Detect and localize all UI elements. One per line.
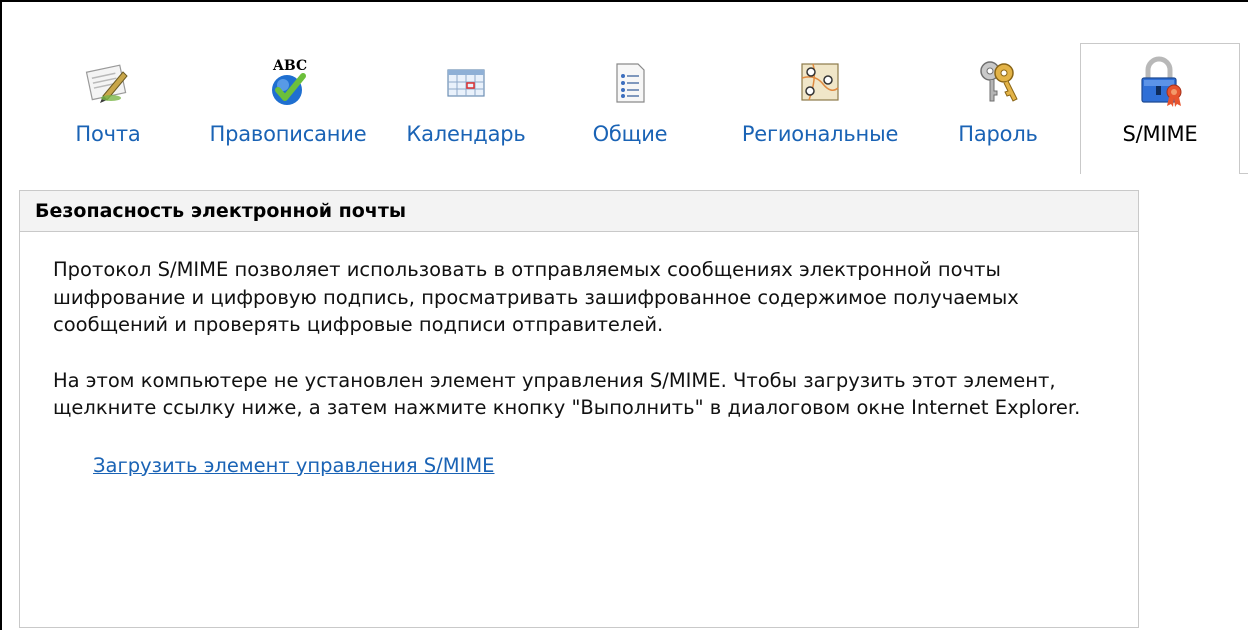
tab-label: Правописание	[209, 122, 367, 146]
tab-label: Пароль	[958, 122, 1038, 146]
tab-regional[interactable]: Региональные	[722, 44, 918, 174]
mail-pen-icon	[82, 56, 134, 108]
tab-label: Почта	[75, 122, 141, 146]
download-smime-link[interactable]: Загрузить элемент управления S/MIME	[93, 452, 494, 480]
tab-label: Общие	[592, 122, 668, 146]
general-settings-icon	[604, 56, 656, 108]
smime-description: Протокол S/MIME позволяет использовать в…	[53, 258, 1019, 336]
options-tab-bar: Почта ABC Правописание Календарь Общие Р…	[0, 0, 1248, 178]
email-security-panel: Безопасность электронной почты Протокол …	[19, 190, 1139, 628]
tab-mail[interactable]: Почта	[50, 44, 166, 174]
tab-smime[interactable]: S/MIME	[1080, 43, 1240, 174]
tab-spelling[interactable]: ABC Правописание	[190, 44, 386, 174]
panel-title: Безопасность электронной почты	[20, 191, 1138, 232]
tab-label: Региональные	[741, 122, 899, 146]
tab-bar-baseline	[1240, 173, 1248, 174]
calendar-icon	[440, 56, 492, 108]
regional-map-icon	[794, 56, 846, 108]
tab-label: Календарь	[406, 122, 526, 146]
tab-general[interactable]: Общие	[578, 44, 682, 174]
panel-body: Протокол S/MIME позволяет использовать в…	[20, 232, 1138, 479]
tab-password[interactable]: Пароль	[944, 44, 1052, 174]
keys-icon	[972, 56, 1024, 108]
smime-not-installed-notice: На этом компьютере не установлен элемент…	[53, 368, 1081, 420]
tab-label: S/MIME	[1122, 122, 1198, 146]
svg-text:ABC: ABC	[272, 58, 307, 74]
spellcheck-icon: ABC	[262, 56, 314, 108]
lock-certificate-icon	[1134, 56, 1186, 108]
tab-calendar[interactable]: Календарь	[394, 44, 538, 174]
